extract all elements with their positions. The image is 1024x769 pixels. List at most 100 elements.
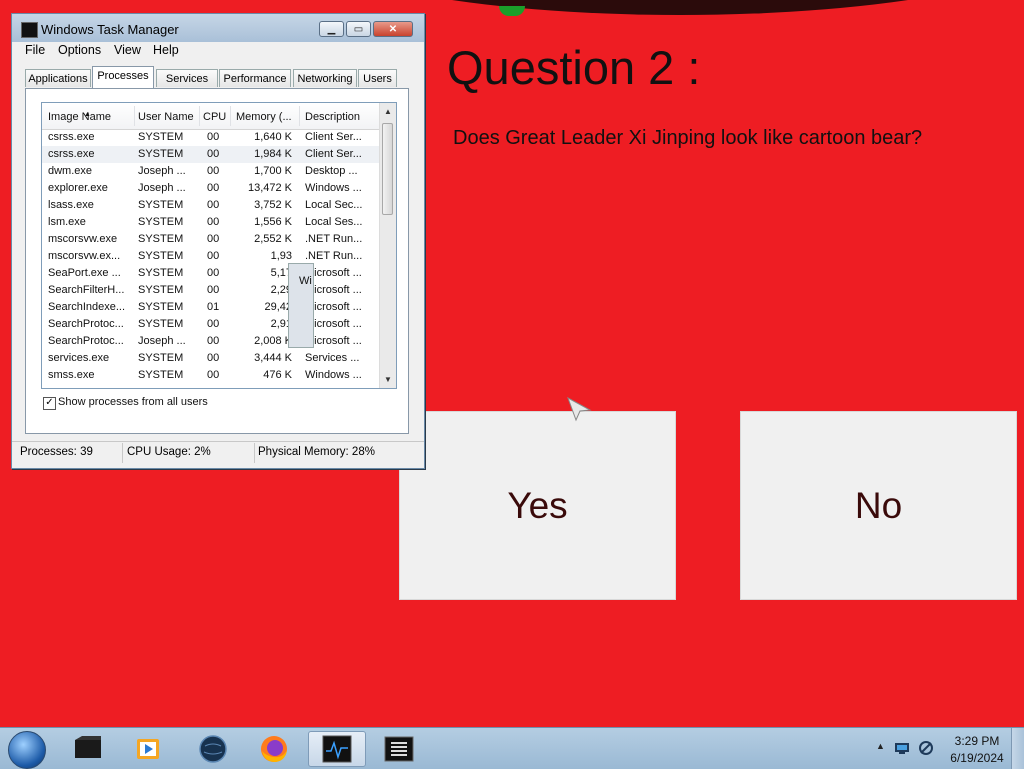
tab-users[interactable]: Users (358, 69, 397, 87)
menu-help[interactable]: Help (153, 43, 179, 57)
process-cpu: 00 (207, 369, 220, 381)
network-icon[interactable] (894, 741, 910, 755)
process-user: SYSTEM (138, 352, 184, 364)
taskbar: ▲ 3:29 PM 6/19/2024 (0, 727, 1024, 769)
process-memory: 1,640 K (254, 131, 292, 143)
process-name: lsm.exe (48, 216, 86, 228)
process-description: Microsoft ... (305, 267, 362, 279)
status-processes: Processes: 39 (20, 446, 93, 458)
process-cpu: 00 (207, 335, 220, 347)
table-row[interactable]: services.exe SYSTEM 00 3,444 K Services ... (42, 350, 379, 367)
process-user: SYSTEM (138, 216, 184, 228)
tab-networking[interactable]: Networking (293, 69, 357, 87)
column-image-name[interactable]: Image Name (48, 111, 111, 123)
process-user: SYSTEM (138, 131, 184, 143)
taskbar-firefox[interactable] (250, 731, 298, 767)
status-cpu-usage: CPU Usage: 2% (127, 446, 211, 458)
taskbar-media-player[interactable] (124, 731, 172, 767)
process-cpu: 00 (207, 352, 220, 364)
menu-file[interactable]: File (25, 43, 45, 57)
taskbar-task-manager[interactable] (308, 731, 366, 767)
table-row[interactable]: SearchProtoc... SYSTEM 00 2,91 Microsoft ... (42, 316, 379, 333)
taskbar-globe[interactable] (189, 731, 237, 767)
volume-icon[interactable] (918, 740, 934, 756)
process-memory: 476 K (263, 369, 292, 381)
process-user: SYSTEM (138, 318, 184, 330)
process-user: Joseph ... (138, 335, 186, 347)
vertical-scrollbar[interactable]: ▲ ▼ (379, 103, 396, 388)
overlapping-dialog-text: Wi (299, 275, 312, 287)
task-manager-app-icon (21, 22, 38, 38)
title-bar[interactable]: Windows Task Manager ▁ ▭ ✕ (12, 14, 424, 42)
taskbar-terminal[interactable] (64, 731, 112, 767)
tab-performance[interactable]: Performance (219, 69, 291, 87)
process-name: lsass.exe (48, 199, 94, 211)
start-button[interactable] (8, 731, 46, 769)
table-row[interactable]: SearchProtoc... Joseph ... 00 2,008 K Micros… (42, 333, 379, 350)
show-all-users-label: Show processes from all users (58, 396, 208, 408)
question-text: Does Great Leader Xi Jinping look like c… (453, 127, 923, 149)
question-title: Question 2 : (447, 41, 701, 94)
show-desktop-button[interactable] (1011, 728, 1024, 769)
scroll-down-icon[interactable]: ▼ (384, 375, 392, 384)
process-cpu: 00 (207, 165, 220, 177)
tab-processes[interactable]: Processes (92, 66, 154, 88)
minimize-button[interactable]: ▁ (319, 21, 344, 37)
process-cpu: 00 (207, 284, 220, 296)
table-row[interactable]: explorer.exe Joseph ... 00 13,472 K Windows … (42, 180, 379, 197)
show-all-users-checkbox[interactable]: ✓ (43, 397, 56, 410)
process-name: csrss.exe (48, 148, 95, 160)
process-cpu: 00 (207, 182, 220, 194)
scroll-thumb[interactable] (382, 123, 393, 215)
table-row[interactable]: smss.exe SYSTEM 00 476 K Windows ... (42, 367, 379, 384)
maximize-button[interactable]: ▭ (346, 21, 371, 37)
process-description: Client Ser... (305, 131, 362, 143)
close-button[interactable]: ✕ (373, 21, 413, 37)
table-row[interactable]: mscorsvw.exe SYSTEM 00 2,552 K .NET Run... (42, 231, 379, 248)
tab-services[interactable]: Services (156, 69, 218, 87)
table-row[interactable]: SearchFilterH... SYSTEM 00 2,29 Microsoft ..… (42, 282, 379, 299)
process-name: explorer.exe (48, 182, 108, 194)
tab-applications[interactable]: Applications (25, 69, 91, 87)
process-memory: 3,752 K (254, 199, 292, 211)
globe-icon (199, 735, 227, 763)
table-row[interactable]: dwm.exe Joseph ... 00 1,700 K Desktop ... (42, 163, 379, 180)
clock-time[interactable]: 3:29 PM (952, 734, 1002, 748)
no-button[interactable]: No (740, 411, 1017, 600)
show-hidden-icons-icon[interactable]: ▲ (876, 741, 885, 751)
clock-date[interactable]: 6/19/2024 (946, 751, 1008, 765)
media-player-icon (137, 739, 159, 759)
taskbar-console[interactable] (375, 731, 423, 767)
list-header: ▲ Image Name User Name CPU Memory (... D… (42, 103, 379, 130)
column-description[interactable]: Description (305, 111, 360, 123)
process-list[interactable]: ▲ Image Name User Name CPU Memory (... D… (41, 102, 397, 389)
yes-button[interactable]: Yes (399, 411, 676, 600)
table-row[interactable]: SearchIndexe... SYSTEM 01 29,42 Microsoft ..… (42, 299, 379, 316)
column-cpu[interactable]: CPU (203, 111, 226, 123)
process-cpu: 00 (207, 148, 220, 160)
menu-options[interactable]: Options (58, 43, 101, 57)
process-cpu: 00 (207, 131, 220, 143)
process-description: Local Ses... (305, 216, 363, 228)
process-name: smss.exe (48, 369, 95, 381)
list-rows: csrss.exe SYSTEM 00 1,640 K Client Ser... csr… (42, 129, 379, 384)
green-ornament (499, 6, 525, 16)
table-row[interactable]: mscorsvw.ex... SYSTEM 00 1,93 .NET Run... (42, 248, 379, 265)
table-row[interactable]: lsm.exe SYSTEM 00 1,556 K Local Ses... (42, 214, 379, 231)
table-row[interactable]: SeaPort.exe ... SYSTEM 00 5,17 Microsoft ... (42, 265, 379, 282)
menu-view[interactable]: View (114, 43, 141, 57)
process-description: Client Ser... (305, 148, 362, 160)
process-cpu: 00 (207, 250, 220, 262)
column-user-name[interactable]: User Name (138, 111, 194, 123)
process-user: SYSTEM (138, 267, 184, 279)
table-row[interactable]: csrss.exe SYSTEM 00 1,640 K Client Ser... (42, 129, 379, 146)
column-memory[interactable]: Memory (... (236, 111, 292, 123)
close-icon: ✕ (388, 23, 398, 35)
maximize-icon: ▭ (353, 23, 364, 35)
process-name: SearchIndexe... (48, 301, 126, 313)
table-row[interactable]: csrss.exe SYSTEM 00 1,984 K Client Ser... (42, 146, 379, 163)
process-description: .NET Run... (305, 233, 363, 245)
scroll-up-icon[interactable]: ▲ (384, 107, 392, 116)
process-cpu: 00 (207, 233, 220, 245)
table-row[interactable]: lsass.exe SYSTEM 00 3,752 K Local Sec... (42, 197, 379, 214)
